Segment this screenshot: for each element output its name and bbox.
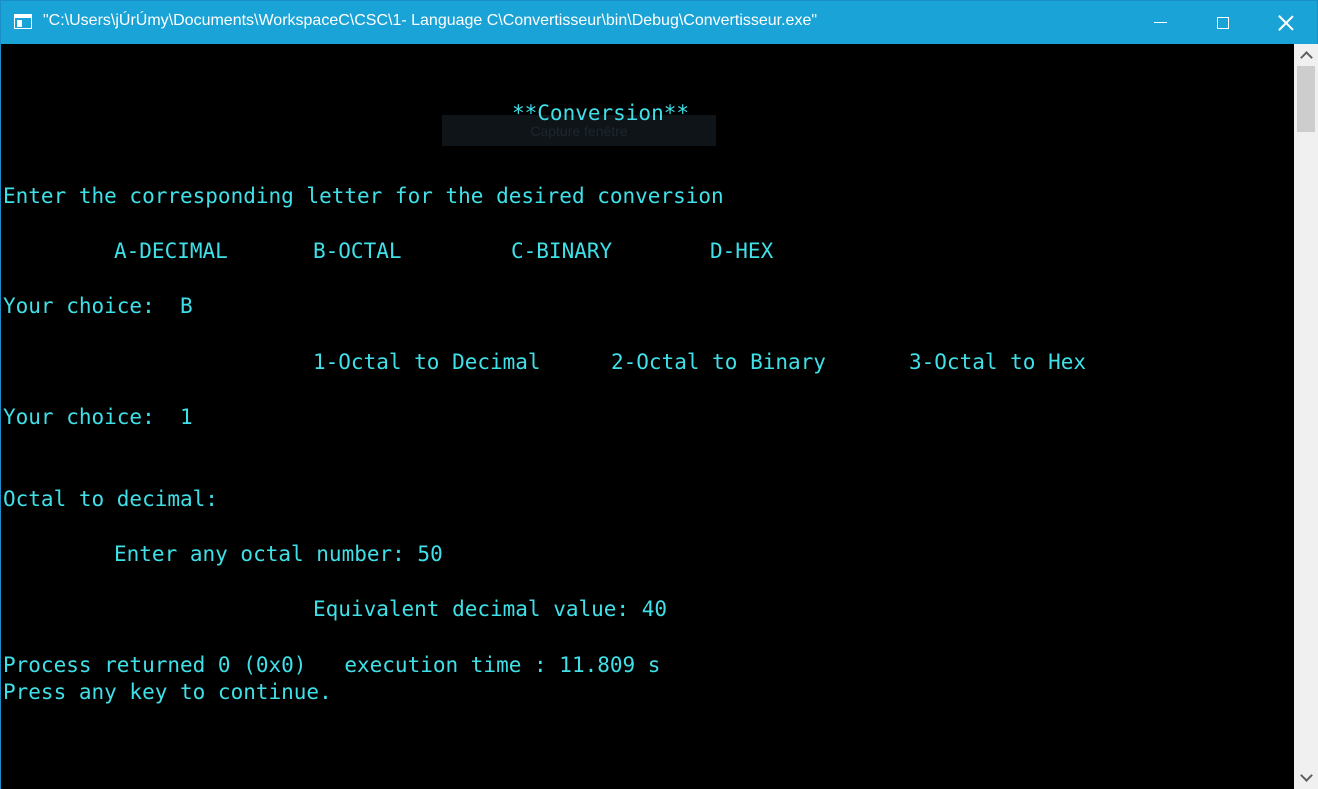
maximize-icon [1217,16,1229,29]
console-output[interactable]: Capture fenêtre **Conversion** Enter the… [1,44,1294,789]
title-bar[interactable]: "C:\Users\jÚrÚmy\Documents\WorkspaceC\CS… [1,1,1317,44]
option-decimal: A-DECIMAL [114,239,228,263]
option-binary: C-BINARY [511,239,613,263]
first-choice-line: Your choice: B [3,294,193,318]
console-app-icon[interactable] [14,14,32,29]
section-heading-line: Octal to decimal: [3,487,218,511]
chevron-down-icon [1299,769,1313,782]
sub-option-octal-hex: 3-Octal to Hex [909,350,1087,374]
input-prompt-line: Enter any octal number: 50 [114,542,443,566]
minimize-button[interactable] [1128,1,1192,44]
window-title: "C:\Users\jÚrÚmy\Documents\WorkspaceC\CS… [43,12,818,29]
scroll-down-button[interactable] [1294,767,1318,789]
prompt-line: Enter the corresponding letter for the d… [3,184,724,208]
option-octal: B-OCTAL [313,239,402,263]
console-window: "C:\Users\jÚrÚmy\Documents\WorkspaceC\CS… [0,0,1318,789]
second-choice-line: Your choice: 1 [3,405,193,429]
minimize-icon [1153,22,1167,23]
sub-option-octal-binary: 2-Octal to Binary [611,350,826,374]
press-any-key-line: Press any key to continue. [3,680,332,704]
result-line: Equivalent decimal value: 40 [313,597,668,621]
chevron-up-icon [1299,51,1313,64]
option-hex: D-HEX [710,239,774,263]
heading-line: **Conversion** [512,101,690,125]
scrollbar-thumb[interactable] [1297,66,1315,132]
close-icon [1278,15,1294,31]
scroll-up-button[interactable] [1294,44,1318,66]
process-returned-line: Process returned 0 (0x0) execution time … [3,653,661,677]
vertical-scrollbar[interactable] [1294,44,1318,789]
close-button[interactable] [1254,1,1318,44]
sub-option-octal-decimal: 1-Octal to Decimal [313,350,541,374]
maximize-button[interactable] [1191,1,1255,44]
